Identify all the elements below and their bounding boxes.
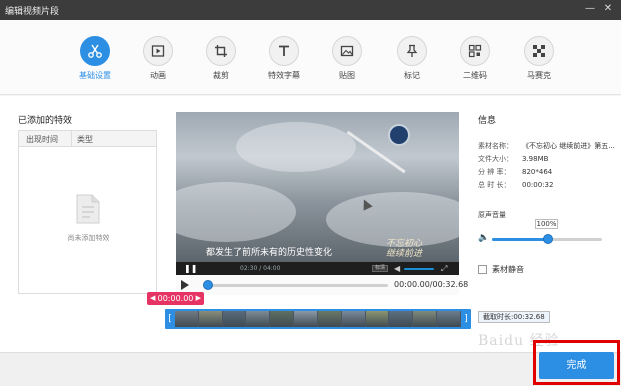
column-divider	[71, 131, 72, 146]
calligraphy-caption: 不忘初心 继续前进	[386, 239, 423, 259]
crop-icon	[206, 36, 236, 66]
tab-label: 马赛克	[527, 71, 551, 80]
thumbnail-frame	[341, 311, 366, 327]
tab-sticker[interactable]: 贴图	[315, 36, 379, 81]
thumbnail-frame	[175, 311, 199, 327]
tab-label: 贴图	[339, 71, 355, 80]
tab-label: 裁剪	[213, 71, 229, 80]
checkbox-box[interactable]	[478, 265, 487, 274]
pause-icon: ❚❚	[184, 264, 198, 273]
tab-label: 基础设置	[79, 71, 111, 80]
effects-table: 出现时间 类型 尚未添加特效	[18, 130, 157, 294]
pin-icon	[397, 36, 427, 66]
thumbnail-frame	[198, 311, 223, 327]
quality-badge: 标清	[372, 265, 388, 272]
tab-basic-settings[interactable]: 基础设置	[63, 36, 127, 81]
mute-label: 素材静音	[492, 265, 524, 274]
seek-handle[interactable]	[203, 280, 213, 290]
info-row-duration: 总 时 长： 00:00:32	[478, 181, 554, 189]
mosaic-icon	[524, 36, 554, 66]
empty-document-icon	[74, 193, 102, 227]
empty-state-text: 尚未添加特效	[67, 234, 110, 242]
marker-right-arrow-icon[interactable]: ▶	[196, 292, 201, 305]
clip-length-badge: 截取时长:00:32.68	[478, 311, 550, 323]
marker-left-arrow-icon[interactable]: ◀	[150, 292, 155, 305]
embedded-player-bar: ❚❚ 02:30 / 04:00 标清 ◀ ⤢	[176, 262, 459, 275]
effects-table-header: 出现时间 类型	[19, 131, 156, 147]
player-controls: 00:00.00/00:32.68	[176, 275, 468, 295]
speaker-icon: ◀	[394, 264, 401, 273]
thumbnail-frame	[294, 311, 318, 327]
info-row-resolution: 分 辨 率： 820*464	[478, 168, 553, 176]
tab-animation[interactable]: 动画	[126, 36, 190, 81]
thumbnail-frame	[270, 311, 295, 327]
tab-qrcode[interactable]: 二维码	[443, 36, 507, 81]
thumbnail-frame	[437, 311, 461, 327]
title-bar: 编辑视频片段 — ✕	[0, 0, 621, 20]
thumbnail-frame	[413, 311, 438, 327]
trim-start-handle[interactable]: [	[165, 309, 175, 329]
qrcode-icon	[460, 36, 490, 66]
thumbnail-frame	[222, 311, 247, 327]
tool-tabs: 基础设置 动画 裁剪 特效字幕 贴图 标记 二维码 马赛克	[0, 20, 621, 95]
thumbnail-frame	[246, 311, 271, 327]
column-header-type[interactable]: 类型	[77, 134, 93, 145]
marker-time: 00:00.00	[157, 294, 194, 303]
embedded-volume-bar	[404, 268, 434, 270]
thumbnail-frame	[389, 311, 414, 327]
volume-title: 原声音量	[478, 211, 506, 219]
thumbnail-frame	[317, 311, 342, 327]
highlight-annotation	[533, 340, 620, 385]
volume-fill	[492, 238, 547, 241]
play-frame-icon	[143, 36, 173, 66]
seek-bar[interactable]	[204, 284, 388, 287]
editor-panel: 已添加的特效 出现时间 类型 尚未添加特效 都发生了前所未有的历史性变化 不忘初…	[0, 96, 621, 352]
tab-mark[interactable]: 标记	[380, 36, 444, 81]
info-title: 信息	[478, 116, 497, 126]
play-button[interactable]	[181, 280, 189, 290]
window-title: 编辑视频片段	[5, 7, 60, 17]
tab-label: 二维码	[463, 71, 487, 80]
trim-end-handle[interactable]: ]	[461, 309, 471, 329]
tab-effect-subtitles[interactable]: 特效字幕	[252, 36, 316, 81]
minimize-button[interactable]: —	[583, 2, 597, 16]
clip-timeline[interactable]: [ ]	[165, 309, 471, 329]
speaker-icon: 🔈	[478, 233, 490, 243]
channel-logo-icon	[388, 124, 410, 146]
timeline-marker[interactable]: ◀ 00:00.00 ▶	[147, 292, 204, 305]
footer-bar	[0, 352, 621, 386]
fullscreen-icon: ⤢	[441, 264, 448, 273]
info-row-name: 素材名称： 《不忘初心 继续前进》第五...	[478, 142, 615, 150]
info-row-size: 文件大小： 3.98MB	[478, 155, 549, 163]
thumbnail-strip	[175, 311, 461, 327]
text-t-icon	[269, 36, 299, 66]
close-button[interactable]: ✕	[601, 2, 615, 16]
tab-label: 动画	[150, 71, 166, 80]
mute-checkbox[interactable]: 素材静音	[478, 264, 524, 275]
tab-label: 标记	[404, 71, 420, 80]
tab-label: 特效字幕	[268, 71, 300, 80]
playback-time: 00:00.00/00:32.68	[394, 280, 469, 289]
thumbnail-frame	[365, 311, 390, 327]
tab-mosaic[interactable]: 马赛克	[507, 36, 571, 81]
embedded-time: 02:30 / 04:00	[240, 265, 281, 272]
column-header-time[interactable]: 出现时间	[26, 134, 58, 145]
scissors-icon	[80, 36, 110, 66]
volume-value: 100%	[535, 219, 558, 229]
image-icon	[332, 36, 362, 66]
tab-crop[interactable]: 裁剪	[189, 36, 253, 81]
volume-handle[interactable]	[543, 234, 553, 244]
effects-title: 已添加的特效	[18, 116, 73, 126]
video-preview[interactable]: 都发生了前所未有的历史性变化 不忘初心 继续前进	[176, 112, 459, 262]
video-subtitle: 都发生了前所未有的历史性变化	[206, 248, 333, 258]
